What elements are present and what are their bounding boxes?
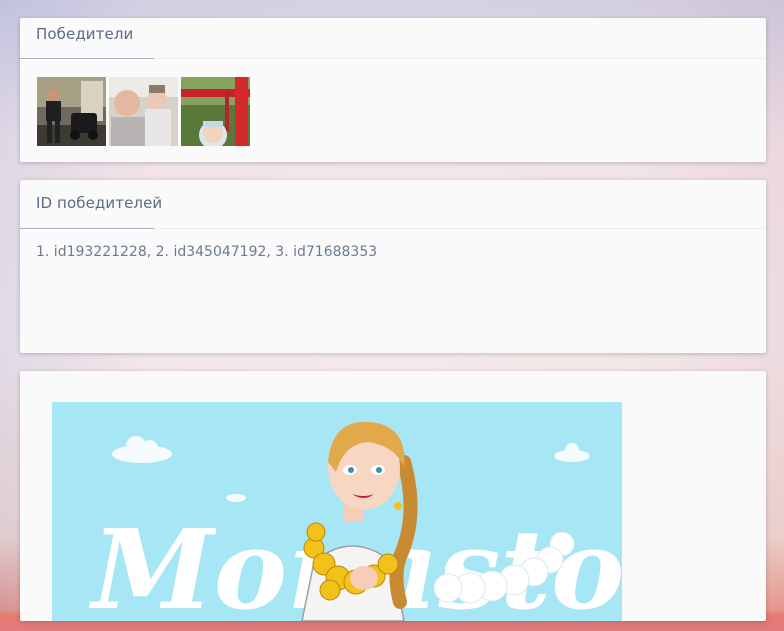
winner-photos (37, 77, 250, 146)
winner-ids-card-header: ID победителей (20, 180, 766, 229)
winners-title-underline (20, 58, 154, 59)
winner-photo-1[interactable] (37, 77, 106, 146)
winner-photo-3[interactable] (181, 77, 250, 146)
winner-photo-2[interactable] (109, 77, 178, 146)
winner-ids-text: 1. id193221228, 2. id345047192, 3. id716… (36, 244, 378, 260)
winners-card: Победители (20, 18, 766, 162)
winners-card-title: Победители (36, 25, 134, 43)
banner-card: Monasto (20, 371, 766, 621)
winners-card-header: Победители (20, 18, 766, 59)
promo-banner-image[interactable]: Monasto (52, 402, 622, 621)
winner-ids-card: ID победителей 1. id193221228, 2. id3450… (20, 180, 766, 353)
winner-ids-title-underline (20, 228, 154, 229)
winner-ids-card-title: ID победителей (36, 194, 163, 212)
